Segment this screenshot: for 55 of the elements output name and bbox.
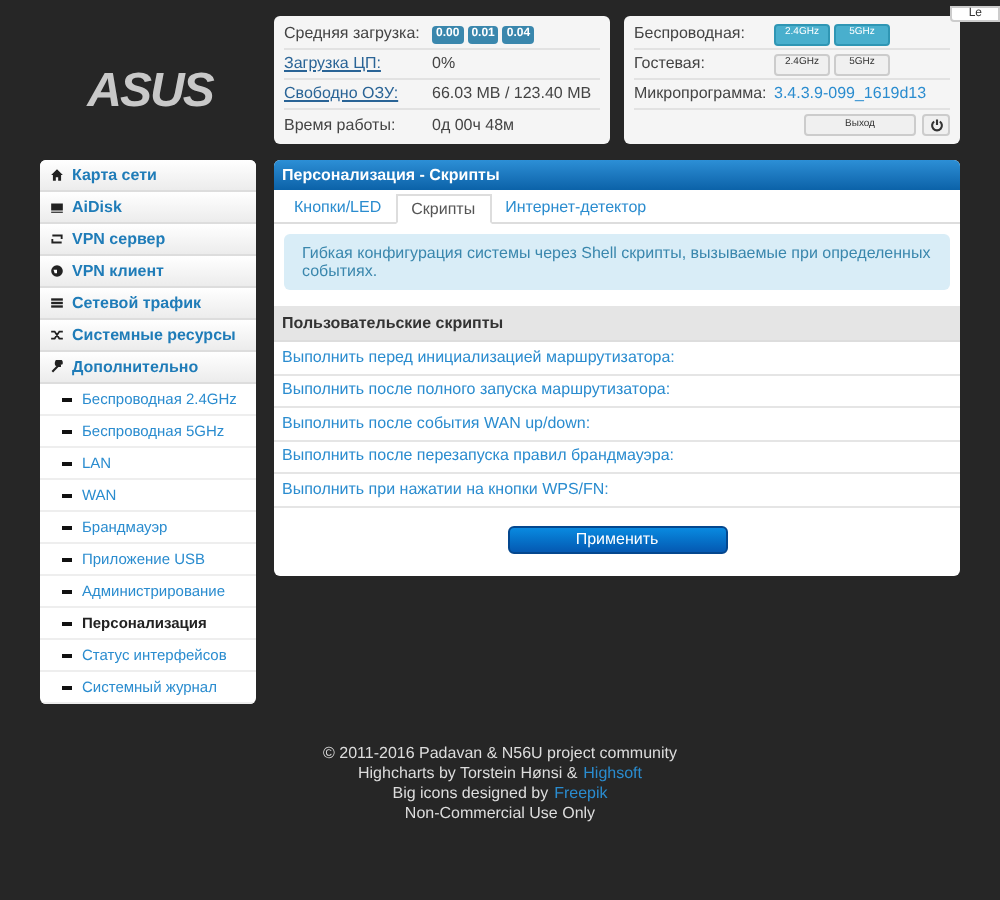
footer-text: Non-Commercial Use Only <box>404 804 596 824</box>
dash-icon <box>62 493 72 497</box>
tab[interactable]: Кнопки/LED <box>280 194 396 222</box>
home-icon <box>50 168 64 182</box>
logo: ASUS <box>87 62 213 122</box>
firmware-link[interactable]: 3.4.3.9-099_1619d13 <box>774 82 927 106</box>
footer-text: © 2011-2016 Padavan & N56U project community <box>323 744 677 764</box>
wrench-icon <box>50 360 64 374</box>
stat-label: Время работы: <box>284 113 398 137</box>
sidebar-item[interactable]: Дополнительно <box>40 352 256 384</box>
apply-button[interactable]: Применить <box>507 525 727 553</box>
dash-icon <box>62 397 72 401</box>
stat-label: Средняя загрузка: <box>284 22 422 46</box>
power-button[interactable] <box>922 114 950 136</box>
stat-value: 66.03 MB / 123.40 MB <box>432 82 592 106</box>
dash-icon <box>62 653 72 657</box>
list-icon <box>50 296 64 310</box>
tab[interactable]: Скрипты <box>395 194 492 224</box>
stat-value: 0д 00ч 48м <box>432 113 515 137</box>
panel-title: Персонализация - Скрипты <box>274 160 960 190</box>
dash-icon <box>62 525 72 529</box>
stat-link[interactable]: Загрузка ЦП: <box>284 52 432 76</box>
stat-label: Беспроводная: <box>634 22 747 46</box>
sidebar-item[interactable]: VPN клиент <box>40 256 256 288</box>
dash-icon <box>62 461 72 465</box>
shuffle-icon <box>50 328 64 342</box>
section-header: Пользовательские скрипты <box>274 306 960 342</box>
dash-icon <box>62 685 72 689</box>
script-label: Выполнить при нажатии на кнопки WPS/FN: <box>274 474 960 507</box>
footer-text: Big icons designed by <box>392 784 549 804</box>
drive-icon <box>50 200 64 214</box>
arrows-icon <box>50 232 64 246</box>
script-label: Выполнить после перезапуска правил брандмауэра: <box>274 441 960 474</box>
stat-label: Гостевая: <box>634 52 707 76</box>
sidebar-item[interactable]: Карта сети <box>40 160 256 192</box>
script-label: Выполнить перед инициализацией маршрутизатора: <box>274 342 960 375</box>
sidebar-item[interactable]: Системные ресурсы <box>40 320 256 352</box>
power-icon <box>929 118 943 132</box>
script-label: Выполнить после события WAN up/down: <box>274 408 960 441</box>
dash-icon <box>62 557 72 561</box>
stat-value: 0% <box>432 52 456 76</box>
script-label: Выполнить после полного запуска маршрутизатора: <box>274 375 960 408</box>
sidebar-item[interactable]: AiDisk <box>40 192 256 224</box>
dash-icon <box>62 429 72 433</box>
stat-link[interactable]: Свободно ОЗУ: <box>284 82 432 106</box>
stat-label: Микропрограмма: <box>634 82 769 106</box>
sidebar-item[interactable]: VPN сервер <box>40 224 256 256</box>
dash-icon <box>62 621 72 625</box>
dash-icon <box>62 589 72 593</box>
footer-text: Highcharts by Torstein Hønsi & <box>357 764 578 784</box>
tab[interactable]: Интернет-детектор <box>491 194 661 222</box>
footer-link[interactable]: Highsoft <box>583 764 643 784</box>
sidebar-item[interactable]: Сетевой трафик <box>40 288 256 320</box>
info-message: Гибкая конфигурация системы через Shell скрипты, вызываемые при определенных событиях. <box>284 234 950 290</box>
footer-link[interactable]: Freepik <box>554 784 608 804</box>
